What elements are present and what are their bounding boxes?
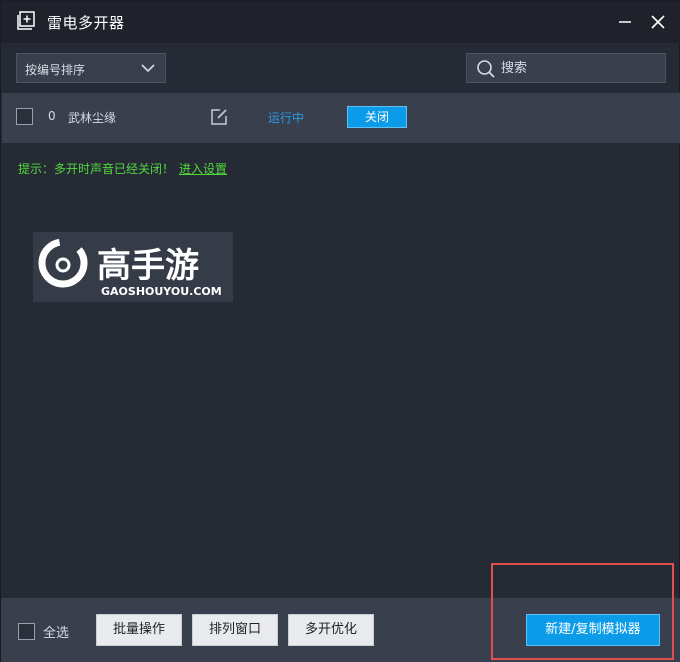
batch-operation-button[interactable]: 批量操作 (96, 614, 182, 646)
gaoshouyou-logo-icon: 高手游 GAOSHOUYOU.COM (38, 238, 222, 298)
instance-row: 0 武林尘缘 运行中 关闭 (2, 93, 680, 143)
arrange-windows-button[interactable]: 排列窗口 (192, 614, 278, 646)
watermark-domain: GAOSHOUYOU.COM (101, 285, 222, 298)
select-all-checkbox[interactable] (18, 623, 35, 640)
sort-selected-label: 按编号排序 (25, 63, 86, 77)
search-icon (477, 60, 495, 78)
search-input[interactable] (501, 58, 656, 78)
title-bar[interactable]: 雷电多开器 (1, 1, 680, 43)
minimize-icon[interactable] (616, 13, 634, 31)
select-all-label[interactable]: 全选 (43, 622, 69, 641)
instance-index: 0 (48, 109, 56, 123)
edit-icon[interactable] (209, 107, 229, 127)
watermark-brand: 高手游 (97, 246, 199, 286)
multi-instance-manager-window: 雷电多开器 按编号排序 0 武林尘缘 运行中 关闭 (0, 0, 680, 662)
bottom-action-bar: 全选 批量操作 排列窗口 多开优化 新建/复制模拟器 (1, 598, 680, 662)
chevron-down-icon (141, 64, 155, 73)
search-box[interactable] (466, 53, 666, 83)
instance-checkbox[interactable] (16, 108, 33, 125)
new-copy-emulator-button[interactable]: 新建/复制模拟器 (526, 614, 660, 646)
multi-instance-optimize-button[interactable]: 多开优化 (288, 614, 374, 646)
sound-muted-hint: 提示：多开时声音已经关闭！ (18, 162, 175, 176)
sort-dropdown[interactable]: 按编号排序 (16, 53, 166, 83)
instance-status: 运行中 (268, 111, 305, 125)
window-title: 雷电多开器 (47, 14, 125, 32)
open-settings-link[interactable]: 进入设置 (179, 160, 227, 177)
close-instance-button[interactable]: 关闭 (347, 106, 407, 128)
close-icon[interactable] (649, 13, 667, 31)
watermark-logo: 高手游 GAOSHOUYOU.COM (33, 232, 233, 302)
instance-name: 武林尘缘 (68, 111, 117, 125)
app-logo-icon (17, 11, 35, 30)
